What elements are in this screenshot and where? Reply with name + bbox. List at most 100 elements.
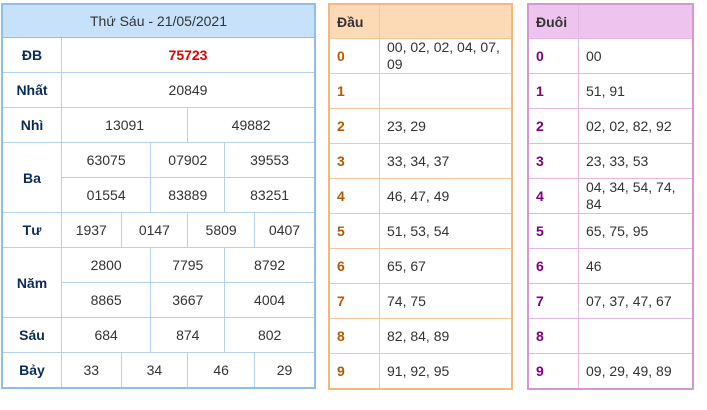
head-row: 3 33, 34, 37 — [328, 143, 513, 179]
tail-table-header-spacer — [578, 3, 694, 39]
prize-number: 7795 — [150, 247, 226, 283]
tail-values — [578, 318, 694, 354]
head-values: 82, 84, 89 — [379, 318, 513, 354]
head-key: 1 — [328, 73, 380, 109]
head-row: 9 91, 92, 95 — [328, 353, 513, 390]
head-row: 2 23, 29 — [328, 108, 513, 144]
prize-label: Năm — [1, 247, 62, 318]
prize-number: 29 — [254, 352, 316, 389]
tail-values: 09, 29, 49, 89 — [578, 353, 694, 390]
tail-key: 2 — [527, 108, 579, 144]
tail-values: 23, 33, 53 — [578, 143, 694, 179]
prize-label: Nhất — [1, 72, 62, 108]
tail-digit-table: Đuôi 0 00 1 51, 91 2 02, 02, 82, 92 3 23, 33… — [527, 3, 694, 390]
head-key: 2 — [328, 108, 380, 144]
prize-number: 46 — [187, 352, 255, 389]
head-row: 8 82, 84, 89 — [328, 318, 513, 354]
tail-row: 8 — [527, 318, 694, 354]
tail-values: 04, 34, 54, 74, 84 — [578, 178, 694, 214]
tail-key: 6 — [527, 248, 579, 284]
head-row: 6 65, 67 — [328, 248, 513, 284]
tail-values: 65, 75, 95 — [578, 213, 694, 249]
head-key: 0 — [328, 38, 380, 74]
prize-label: Bảy — [1, 352, 62, 389]
tail-table-title: Đuôi — [527, 3, 579, 39]
head-row: 4 46, 47, 49 — [328, 178, 513, 214]
prize-number: 33 — [61, 352, 122, 389]
prize-label: Nhì — [1, 107, 62, 143]
prize-row-db: ĐB 75723 — [1, 37, 316, 73]
prize-number: 5809 — [187, 212, 255, 248]
prize-row-sau: Sáu 684 874 802 — [1, 317, 316, 353]
prize-number: 874 — [150, 317, 226, 353]
prize-number: 8792 — [224, 247, 316, 283]
head-values: 91, 92, 95 — [379, 353, 513, 390]
head-table-title: Đầu — [328, 3, 380, 39]
prize-number: 34 — [120, 352, 189, 389]
prize-number: 3667 — [150, 282, 226, 318]
prize-number: 1937 — [61, 212, 122, 248]
tail-values: 02, 02, 82, 92 — [578, 108, 694, 144]
tail-key: 4 — [527, 178, 579, 214]
tail-values: 00 — [578, 38, 694, 74]
head-values: 74, 75 — [379, 283, 513, 319]
prize-number: 83889 — [150, 177, 226, 213]
prize-label: Tư — [1, 212, 62, 248]
head-key: 5 — [328, 213, 380, 249]
head-values: 46, 47, 49 — [379, 178, 513, 214]
tail-row: 1 51, 91 — [527, 73, 694, 109]
tail-key: 3 — [527, 143, 579, 179]
prize-number: 0407 — [254, 212, 316, 248]
prize-number: 2800 — [60, 247, 152, 283]
head-row: 1 — [328, 73, 513, 109]
prize-row-ba: Ba 63075 07902 39553 — [1, 142, 316, 213]
prize-number: 01554 — [60, 177, 152, 213]
head-key: 7 — [328, 283, 380, 319]
prize-number: 07902 — [150, 142, 226, 178]
tail-values: 51, 91 — [578, 73, 694, 109]
prize-number: 4004 — [224, 282, 316, 318]
prize-label: Ba — [1, 142, 62, 213]
prize-number: 13091 — [60, 107, 189, 143]
prize-number: 63075 — [60, 142, 152, 178]
tail-row: 3 23, 33, 53 — [527, 143, 694, 179]
head-values: 65, 67 — [379, 248, 513, 284]
tail-row: 7 07, 37, 47, 67 — [527, 283, 694, 319]
head-values: 23, 29 — [379, 108, 513, 144]
tail-values: 46 — [578, 248, 694, 284]
tail-key: 0 — [527, 38, 579, 74]
head-digit-table: Đầu 0 00, 02, 02, 04, 07, 09 1 2 23, 29 33… — [328, 3, 513, 390]
prize-row-tu: Tư 1937 0147 5809 0407 — [1, 212, 316, 248]
head-row: 7 74, 75 — [328, 283, 513, 319]
prize-number: 49882 — [187, 107, 316, 143]
tail-values: 07, 37, 47, 67 — [578, 283, 694, 319]
prize-number: 8865 — [60, 282, 152, 318]
prize-number: 83251 — [224, 177, 316, 213]
head-key: 3 — [328, 143, 380, 179]
prize-row-bay: Bảy 33 34 46 29 — [1, 352, 316, 389]
head-table-header-spacer — [379, 3, 513, 39]
prize-number: 802 — [224, 317, 316, 353]
tail-row: 4 04, 34, 54, 74, 84 — [527, 178, 694, 214]
head-key: 4 — [328, 178, 380, 214]
lottery-results-table: Thứ Sáu - 21/05/2021 ĐB 75723 Nhất 20849… — [1, 3, 316, 389]
head-row: 5 51, 53, 54 — [328, 213, 513, 249]
prize-label: Sáu — [1, 317, 62, 353]
head-values: 33, 34, 37 — [379, 143, 513, 179]
head-key: 8 — [328, 318, 380, 354]
results-date-title: Thứ Sáu - 21/05/2021 — [1, 3, 316, 38]
prize-number: 20849 — [61, 72, 316, 108]
prize-number: 75723 — [61, 37, 316, 73]
head-values: 51, 53, 54 — [379, 213, 513, 249]
tail-key: 5 — [527, 213, 579, 249]
tail-key: 9 — [527, 353, 579, 390]
prize-row-nhi: Nhì 13091 49882 — [1, 107, 316, 143]
tail-key: 1 — [527, 73, 579, 109]
prize-number: 684 — [60, 317, 152, 353]
prize-number: 39553 — [224, 142, 316, 178]
tail-row: 0 00 — [527, 38, 694, 74]
tail-key: 7 — [527, 283, 579, 319]
head-values: 00, 02, 02, 04, 07, 09 — [379, 38, 513, 74]
prize-label: ĐB — [1, 37, 62, 73]
head-values — [379, 73, 513, 109]
